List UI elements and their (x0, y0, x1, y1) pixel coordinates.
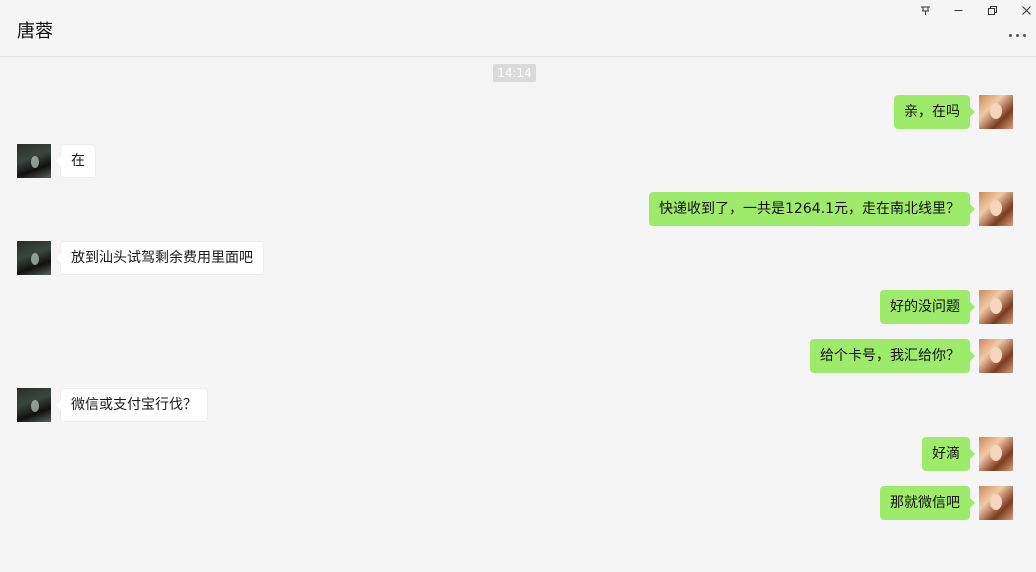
contact-avatar[interactable] (17, 241, 51, 275)
contact-avatar[interactable] (17, 144, 51, 178)
my-avatar[interactable] (979, 95, 1013, 129)
more-icon[interactable] (1006, 28, 1028, 42)
message-bubble-sent[interactable]: 那就微信吧 (880, 486, 975, 520)
message-row: 在 (0, 144, 1036, 178)
message-row: 那就微信吧 (0, 486, 1036, 520)
chat-title: 唐蓉 (17, 21, 53, 42)
message-list[interactable]: 14:14 亲，在吗 在 快递收到了，一共是1264.1元，走在南北线里？ 放到… (0, 58, 1036, 572)
my-avatar[interactable] (979, 339, 1013, 373)
my-avatar[interactable] (979, 486, 1013, 520)
message-bubble-sent[interactable]: 亲，在吗 (894, 95, 975, 129)
message-bubble-sent[interactable]: 好滴 (922, 437, 975, 471)
title-bar: 唐蓉 (0, 0, 1036, 57)
minimize-icon[interactable] (948, 2, 968, 18)
pin-icon[interactable] (915, 2, 935, 18)
message-bubble-received[interactable]: 微信或支付宝行伐？ (56, 388, 208, 422)
close-icon[interactable] (1016, 2, 1036, 18)
my-avatar[interactable] (979, 192, 1013, 226)
timestamp: 14:14 (493, 64, 536, 82)
my-avatar[interactable] (979, 290, 1013, 324)
my-avatar[interactable] (979, 437, 1013, 471)
message-row: 好滴 (0, 437, 1036, 471)
message-bubble-sent[interactable]: 快递收到了，一共是1264.1元，走在南北线里？ (649, 192, 975, 226)
message-row: 给个卡号，我汇给你？ (0, 339, 1036, 373)
message-row: 快递收到了，一共是1264.1元，走在南北线里？ (0, 192, 1036, 226)
restore-icon[interactable] (982, 2, 1002, 18)
message-row: 好的没问题 (0, 290, 1036, 324)
message-row: 微信或支付宝行伐？ (0, 388, 1036, 422)
message-bubble-sent[interactable]: 好的没问题 (880, 290, 975, 324)
message-row: 亲，在吗 (0, 95, 1036, 129)
message-row: 放到汕头试驾剩余费用里面吧 (0, 241, 1036, 275)
message-bubble-received[interactable]: 放到汕头试驾剩余费用里面吧 (56, 241, 264, 275)
contact-avatar[interactable] (17, 388, 51, 422)
message-bubble-received[interactable]: 在 (56, 144, 96, 178)
message-bubble-sent[interactable]: 给个卡号，我汇给你？ (810, 339, 975, 373)
